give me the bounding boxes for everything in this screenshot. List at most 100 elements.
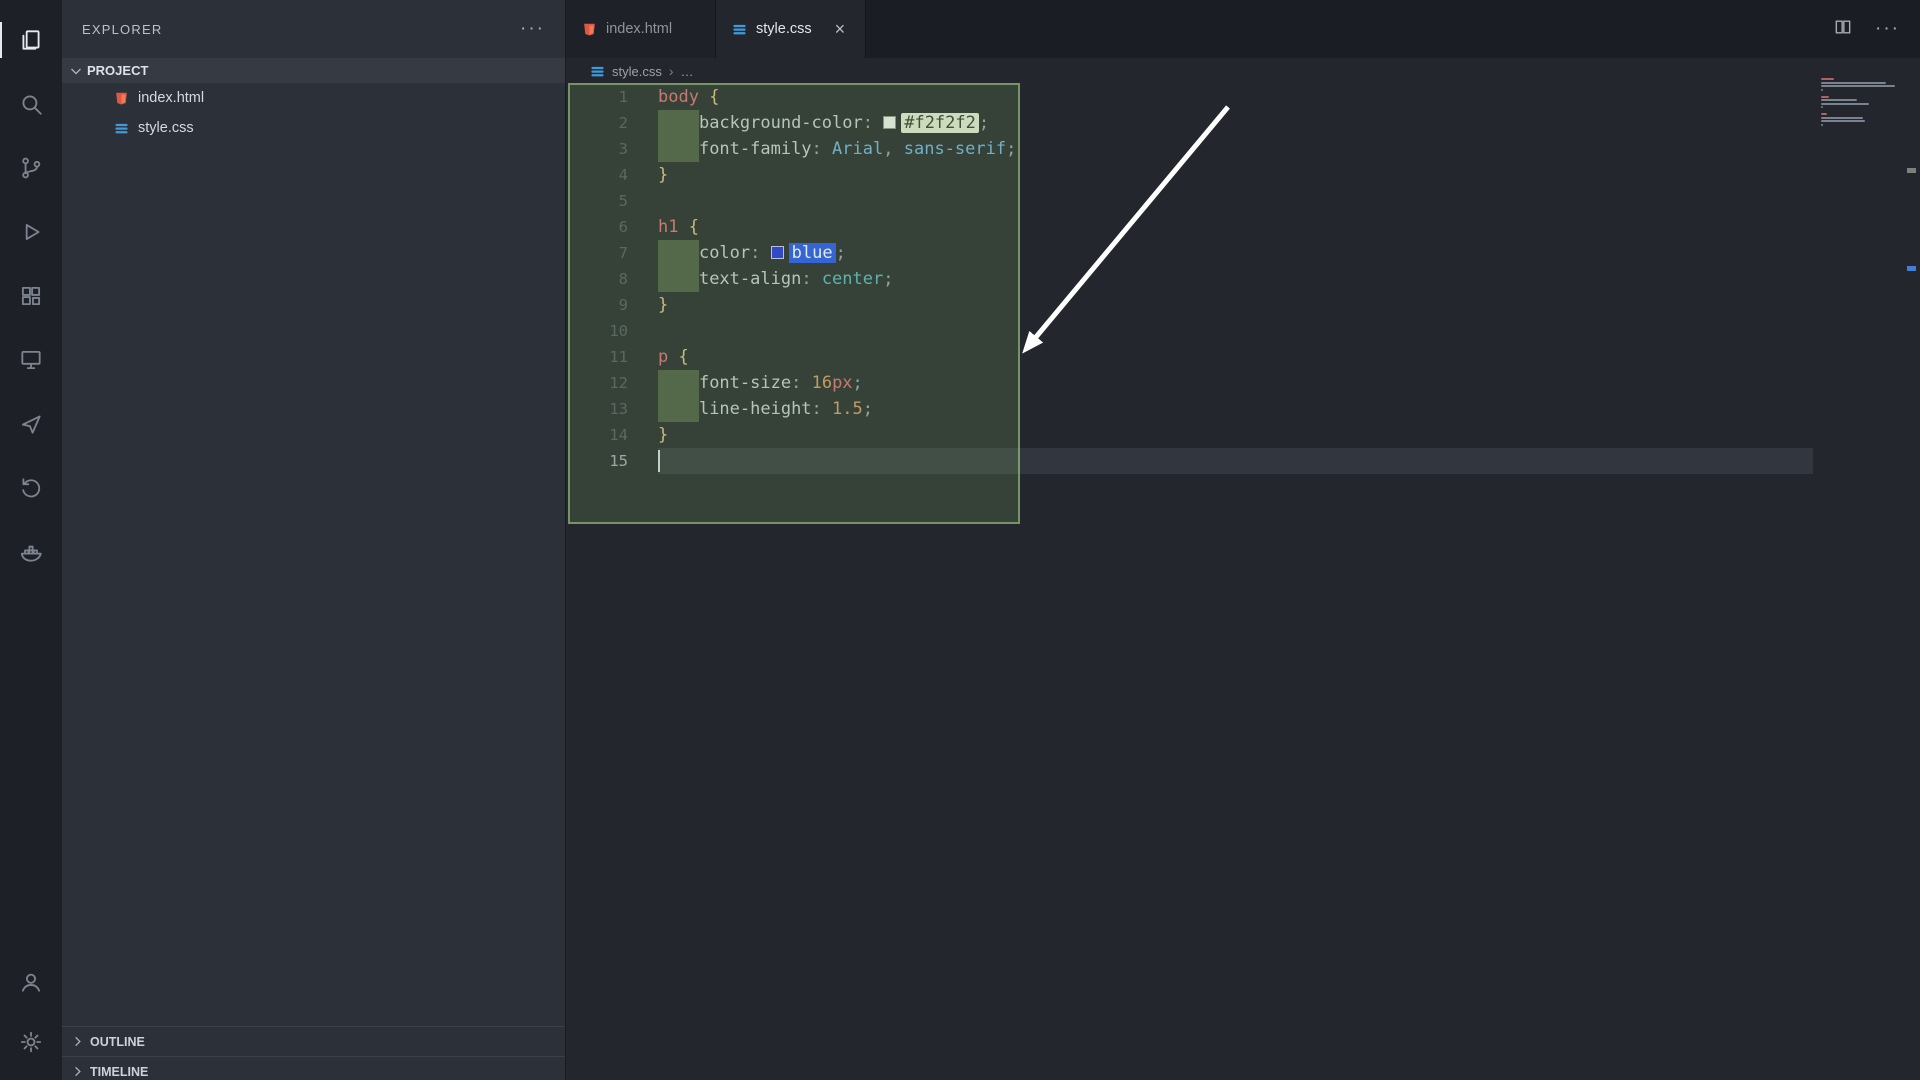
minimap-line: [1821, 113, 1827, 115]
line-number[interactable]: 8: [566, 266, 658, 292]
breadcrumb: style.css › …: [566, 58, 1920, 84]
color-swatch-light-icon[interactable]: [883, 116, 896, 129]
search-icon: [18, 91, 44, 117]
line-number[interactable]: 15: [566, 448, 658, 474]
minimap[interactable]: [1815, 62, 1903, 131]
chevron-right-icon: [70, 1064, 85, 1079]
line-number[interactable]: 1: [566, 84, 658, 110]
breadcrumb-file[interactable]: style.css: [612, 64, 662, 79]
tab-index.html[interactable]: index.html: [566, 0, 716, 58]
split-editor-icon[interactable]: [1833, 17, 1853, 42]
activity-item-extensions[interactable]: [0, 264, 62, 328]
activity-item-live-share[interactable]: [0, 392, 62, 456]
code-line-4[interactable]: 4}: [566, 162, 1813, 188]
minimap-line: [1821, 85, 1895, 87]
docker-icon: [18, 539, 44, 565]
line-number[interactable]: 6: [566, 214, 658, 240]
chevron-down-icon: [68, 63, 84, 79]
line-number[interactable]: 13: [566, 396, 658, 422]
color-swatch-blue-icon[interactable]: [771, 246, 784, 259]
line-number[interactable]: 11: [566, 344, 658, 370]
code-line-7[interactable]: 7 color: blue;: [566, 240, 1813, 266]
breadcrumb-tail[interactable]: …: [681, 64, 694, 79]
code-text: color: blue;: [658, 240, 846, 266]
remote-explorer-icon: [18, 347, 44, 373]
activity-item-docker[interactable]: [0, 520, 62, 584]
panel-label: TIMELINE: [90, 1065, 148, 1079]
explorer-icon: [18, 27, 44, 53]
line-number[interactable]: 9: [566, 292, 658, 318]
file-name: style.css: [138, 120, 194, 136]
line-number[interactable]: 2: [566, 110, 658, 136]
minimap-line: [1821, 78, 1834, 80]
code-text: line-height: 1.5;: [658, 396, 873, 422]
code-line-10[interactable]: 10: [566, 318, 1813, 344]
editor-group: index.html style.css × ··· style.css › … 1…: [566, 0, 1920, 1080]
file-name: index.html: [138, 90, 204, 106]
live-share-icon: [18, 411, 44, 437]
minimap-line: [1821, 106, 1823, 108]
sidebar-title: EXPLORER: [82, 22, 162, 37]
activity-item-source-control[interactable]: [0, 136, 62, 200]
code-line-13[interactable]: 13 line-height: 1.5;: [566, 396, 1813, 422]
activity-item-refresh[interactable]: [0, 456, 62, 520]
code-line-6[interactable]: 6h1 {: [566, 214, 1813, 240]
close-icon[interactable]: ×: [835, 19, 846, 40]
file-list: index.html style.css: [62, 83, 565, 143]
accounts-icon: [18, 969, 44, 995]
code-text: body {: [658, 84, 719, 110]
line-number[interactable]: 3: [566, 136, 658, 162]
editor-more-actions-icon[interactable]: ···: [1875, 24, 1900, 34]
activity-item-explorer[interactable]: [0, 8, 62, 72]
minimap-line: [1821, 124, 1823, 126]
code-line-11[interactable]: 11p {: [566, 344, 1813, 370]
code-line-5[interactable]: 5: [566, 188, 1813, 214]
run-debug-icon: [18, 219, 44, 245]
code-line-12[interactable]: 12 font-size: 16px;: [566, 370, 1813, 396]
code-line-8[interactable]: 8 text-align: center;: [566, 266, 1813, 292]
panel-label: OUTLINE: [90, 1035, 145, 1049]
code-line-9[interactable]: 9}: [566, 292, 1813, 318]
tab-style.css[interactable]: style.css ×: [716, 0, 866, 58]
code-line-1[interactable]: 1body {: [566, 84, 1813, 110]
code-text: font-size: 16px;: [658, 370, 863, 396]
minimap-line: [1821, 82, 1886, 84]
tab-label: style.css: [756, 21, 812, 37]
minimap-line: [1821, 120, 1865, 122]
explorer-more-actions-icon[interactable]: ···: [520, 24, 545, 34]
panel-timeline[interactable]: TIMELINE: [62, 1056, 565, 1080]
line-number[interactable]: 14: [566, 422, 658, 448]
activity-item-settings[interactable]: [0, 1012, 62, 1072]
source-control-icon: [18, 155, 44, 181]
line-number[interactable]: 12: [566, 370, 658, 396]
line-number[interactable]: 10: [566, 318, 658, 344]
tabs: index.html style.css ×: [566, 0, 866, 58]
html-file-icon: [114, 91, 129, 106]
css-file-icon: [114, 121, 129, 136]
activity-item-remote-explorer[interactable]: [0, 328, 62, 392]
line-number[interactable]: 4: [566, 162, 658, 188]
activity-item-search[interactable]: [0, 72, 62, 136]
activity-item-accounts[interactable]: [0, 952, 62, 1012]
minimap-line: [1821, 92, 1903, 94]
activity-bar: [0, 0, 62, 1080]
file-item-style.css[interactable]: style.css: [62, 113, 565, 143]
code-line-2[interactable]: 2 background-color: #f2f2f2;: [566, 110, 1813, 136]
file-item-index.html[interactable]: index.html: [62, 83, 565, 113]
activity-bar-bottom: [0, 952, 62, 1080]
vscode-window: EXPLORER ··· PROJECT index.html style.css…: [0, 0, 1920, 1080]
code-text: font-family: Arial, sans-serif;: [658, 136, 1016, 162]
code-area[interactable]: 1body {2 background-color: #f2f2f2;3 fon…: [566, 84, 1813, 1080]
code-line-14[interactable]: 14}: [566, 422, 1813, 448]
section-project[interactable]: PROJECT: [62, 58, 565, 83]
code-text: p {: [658, 344, 689, 370]
line-number[interactable]: 7: [566, 240, 658, 266]
activity-item-run-debug[interactable]: [0, 200, 62, 264]
explorer-sidebar: EXPLORER ··· PROJECT index.html style.css…: [62, 0, 566, 1080]
panel-outline[interactable]: OUTLINE: [62, 1026, 565, 1056]
line-number[interactable]: 5: [566, 188, 658, 214]
code-line-15[interactable]: 15: [566, 448, 1813, 474]
tab-label: index.html: [606, 21, 672, 37]
text-cursor: [658, 450, 660, 472]
code-line-3[interactable]: 3 font-family: Arial, sans-serif;: [566, 136, 1813, 162]
